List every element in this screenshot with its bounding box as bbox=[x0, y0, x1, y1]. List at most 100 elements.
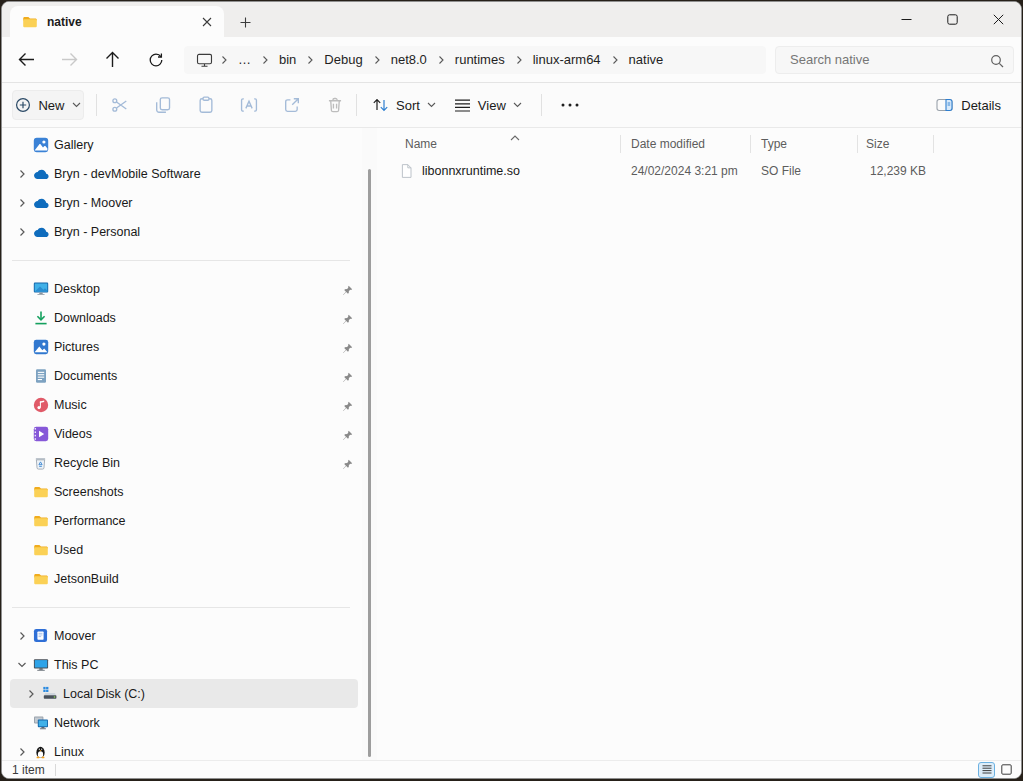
sidebar-scrollbar[interactable] bbox=[362, 128, 377, 760]
file-size: 12,239 KB bbox=[858, 156, 934, 185]
sidebar-item-used[interactable]: Used bbox=[10, 535, 358, 564]
this-pc-icon[interactable] bbox=[188, 52, 219, 68]
window-controls bbox=[883, 2, 1021, 37]
view-icon bbox=[454, 98, 471, 113]
share-button[interactable] bbox=[270, 90, 313, 120]
back-button[interactable] bbox=[10, 43, 43, 76]
breadcrumb-item-linux-arm64[interactable]: linux-arm64 bbox=[524, 52, 610, 67]
up-button[interactable] bbox=[96, 43, 129, 76]
details-button[interactable]: Details bbox=[936, 90, 1001, 120]
sort-button[interactable]: Sort bbox=[365, 90, 447, 120]
file-list: Name Date modified Type Size libonnxrunt… bbox=[377, 128, 1021, 760]
sidebar-item-desktop[interactable]: Desktop bbox=[10, 274, 358, 303]
chevron-right-icon[interactable] bbox=[14, 169, 29, 179]
pin-icon bbox=[342, 369, 353, 387]
details-pane-icon bbox=[936, 97, 953, 113]
chevron-right-icon bbox=[305, 55, 315, 65]
breadcrumb-item-net8[interactable]: net8.0 bbox=[382, 52, 436, 67]
chevron-right-icon[interactable] bbox=[14, 747, 29, 757]
chevron-down-icon bbox=[427, 102, 436, 108]
pin-icon bbox=[342, 311, 353, 329]
plus-circle-icon bbox=[15, 97, 31, 113]
file-date-modified: 24/02/2024 3:21 pm bbox=[621, 156, 751, 185]
sidebar-item-pictures[interactable]: Pictures bbox=[10, 332, 358, 361]
breadcrumb-item-debug[interactable]: Debug bbox=[315, 52, 371, 67]
breadcrumb-overflow[interactable]: … bbox=[229, 52, 260, 67]
search-input[interactable] bbox=[776, 47, 1013, 73]
sidebar-item-jetsonbuild[interactable]: JetsonBuild bbox=[10, 564, 358, 593]
file-icon bbox=[399, 163, 414, 179]
chevron-right-icon bbox=[260, 55, 270, 65]
large-icons-view-button[interactable] bbox=[998, 762, 1015, 778]
sidebar-item-screenshots[interactable]: Screenshots bbox=[10, 477, 358, 506]
minimize-button[interactable] bbox=[883, 2, 929, 37]
sidebar-item-onedrive-personal[interactable]: Bryn - Personal bbox=[10, 217, 358, 246]
rename-button[interactable] bbox=[227, 90, 270, 120]
desktop-icon bbox=[32, 281, 49, 297]
column-header-size[interactable]: Size bbox=[858, 132, 934, 156]
file-row[interactable]: libonnxruntime.so 24/02/2024 3:21 pm SO … bbox=[391, 156, 1021, 185]
chevron-down-icon[interactable] bbox=[14, 660, 29, 670]
cut-button[interactable] bbox=[98, 90, 141, 120]
close-window-button[interactable] bbox=[975, 2, 1021, 37]
sidebar-item-videos[interactable]: Videos bbox=[10, 419, 358, 448]
clipboard-icon bbox=[197, 96, 215, 114]
pin-icon bbox=[342, 456, 353, 474]
delete-button[interactable] bbox=[313, 90, 356, 120]
command-bar: New Sort View bbox=[2, 83, 1021, 128]
breadcrumb-item-bin[interactable]: bin bbox=[270, 52, 305, 67]
pin-icon bbox=[342, 282, 353, 300]
new-tab-button[interactable] bbox=[234, 11, 256, 33]
maximize-button[interactable] bbox=[929, 2, 975, 37]
chevron-right-icon bbox=[610, 55, 620, 65]
sidebar-item-network[interactable]: Network bbox=[10, 708, 358, 737]
linux-icon bbox=[32, 744, 49, 760]
sidebar-item-documents[interactable]: Documents bbox=[10, 361, 358, 390]
sort-ascending-icon bbox=[510, 127, 520, 145]
navigation-bar: … bin Debug net8.0 runtimes linux-arm64 … bbox=[2, 37, 1021, 82]
sidebar-item-music[interactable]: Music bbox=[10, 390, 358, 419]
new-button[interactable]: New bbox=[12, 90, 84, 120]
this-pc-icon bbox=[32, 657, 49, 673]
sidebar-item-onedrive-moover[interactable]: Bryn - Moover bbox=[10, 188, 358, 217]
breadcrumb-item-runtimes[interactable]: runtimes bbox=[446, 52, 514, 67]
column-header-type[interactable]: Type bbox=[751, 132, 858, 156]
sidebar-item-gallery[interactable]: Gallery bbox=[10, 130, 358, 159]
copy-button[interactable] bbox=[141, 90, 184, 120]
sidebar-item-this-pc[interactable]: This PC bbox=[10, 650, 358, 679]
sidebar-item-local-disk-c[interactable]: Local Disk (C:) bbox=[10, 679, 358, 708]
column-header-date-modified[interactable]: Date modified bbox=[621, 132, 751, 156]
chevron-right-icon[interactable] bbox=[23, 689, 38, 699]
content-area: Gallery Bryn - devMobile Software Bryn -… bbox=[2, 128, 1021, 760]
scrollbar-thumb[interactable] bbox=[368, 169, 371, 757]
more-options-button[interactable] bbox=[550, 90, 590, 120]
refresh-button[interactable] bbox=[139, 43, 172, 76]
sidebar-item-recycle-bin[interactable]: Recycle Bin bbox=[10, 448, 358, 477]
search-box bbox=[775, 46, 1014, 74]
paste-button[interactable] bbox=[184, 90, 227, 120]
sort-icon bbox=[372, 97, 389, 113]
chevron-right-icon[interactable] bbox=[14, 631, 29, 641]
sidebar-item-moover[interactable]: Moover bbox=[10, 621, 358, 650]
videos-icon bbox=[32, 426, 49, 442]
sidebar-separator bbox=[2, 593, 362, 621]
forward-button[interactable] bbox=[53, 43, 86, 76]
tab-close-button[interactable] bbox=[198, 13, 216, 31]
sidebar-item-downloads[interactable]: Downloads bbox=[10, 303, 358, 332]
sidebar-item-performance[interactable]: Performance bbox=[10, 506, 358, 535]
details-view-button[interactable] bbox=[978, 762, 995, 778]
scissors-icon bbox=[111, 96, 129, 114]
chevron-right-icon[interactable] bbox=[14, 227, 29, 237]
column-header-name[interactable]: Name bbox=[391, 132, 621, 156]
breadcrumb-item-native[interactable]: native bbox=[620, 52, 673, 67]
breadcrumb: … bin Debug net8.0 runtimes linux-arm64 … bbox=[184, 46, 766, 74]
chevron-right-icon bbox=[372, 55, 382, 65]
chevron-right-icon[interactable] bbox=[14, 198, 29, 208]
gallery-icon bbox=[32, 137, 49, 153]
tab-native[interactable]: native bbox=[10, 6, 224, 37]
folder-icon bbox=[32, 484, 49, 500]
pin-icon bbox=[342, 340, 353, 358]
sidebar-item-onedrive-devmobile[interactable]: Bryn - devMobile Software bbox=[10, 159, 358, 188]
view-button[interactable]: View bbox=[447, 90, 533, 120]
sidebar-item-linux[interactable]: Linux bbox=[10, 737, 358, 760]
